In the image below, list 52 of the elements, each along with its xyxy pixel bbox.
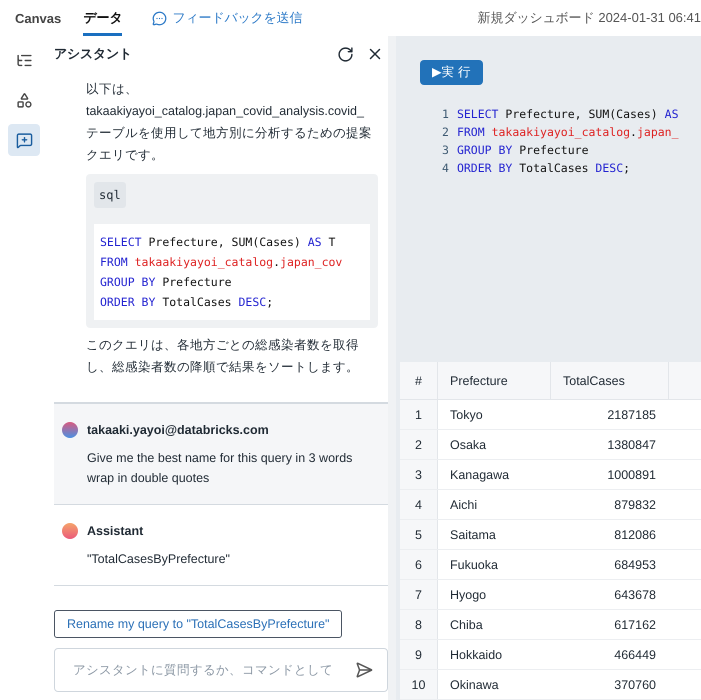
- message-author: Assistant: [87, 524, 144, 538]
- code-line: FROM takaakiyayoi_catalog.japan_cov: [100, 254, 342, 271]
- run-button[interactable]: ▶実 行: [420, 60, 484, 85]
- message-text: Give me the best name for this query in 3 words wrap in double quotes: [86, 450, 354, 487]
- message-text: takaakiyayoi_catalog.japan_covid_analysis.covid_: [86, 103, 366, 120]
- shapes-icon: [16, 92, 32, 108]
- dashboard-title: 新規ダッシュボード 2024-01-31 06:41: [478, 9, 701, 27]
- code-language-label: sql: [94, 182, 126, 208]
- table-cell: 3: [400, 460, 438, 489]
- table-cell: 7: [400, 580, 438, 609]
- line-number: 1: [442, 106, 449, 123]
- table-cell: 8: [400, 610, 438, 639]
- chat-input[interactable]: アシスタントに質問するか、コマンドとして: [71, 662, 345, 678]
- table-cell: 9: [400, 640, 438, 669]
- table-cell: 1: [400, 400, 438, 429]
- table-cell: 6: [400, 550, 438, 579]
- feedback-link[interactable]: フィードバックを送信: [152, 0, 302, 36]
- panel-title: アシスタント: [54, 45, 132, 63]
- code-line: GROUP BY Prefecture: [456, 142, 588, 159]
- table-cell: 4: [400, 490, 438, 519]
- table-cell: 2: [400, 430, 438, 459]
- column-header[interactable]: TotalCases: [550, 362, 668, 399]
- message-text: テーブルを使用して地方別に分析するための提案クエリです。: [86, 125, 373, 164]
- message-text: "TotalCasesByPrefecture": [86, 551, 231, 568]
- message-text: 以下は、: [86, 81, 139, 98]
- line-number: 4: [442, 160, 449, 177]
- code-line: ORDER BY TotalCases DESC;: [100, 294, 274, 311]
- feedback-link-text[interactable]: フィードバックを送信: [172, 9, 302, 27]
- code-line: GROUP BY Prefecture: [100, 274, 232, 291]
- tab[interactable]: データ: [83, 0, 122, 36]
- column-header[interactable]: #: [400, 362, 438, 399]
- tab[interactable]: Canvas: [15, 0, 62, 36]
- column-header[interactable]: Prefecture: [438, 362, 550, 399]
- line-number: 3: [442, 142, 449, 159]
- table-cell: 10: [400, 670, 438, 699]
- scrollbar[interactable]: [388, 36, 396, 700]
- table-cell: 5: [400, 520, 438, 549]
- chat-input-box[interactable]: アシスタントに質問するか、コマンドとして: [54, 648, 388, 692]
- refresh-icon[interactable]: [337, 46, 354, 62]
- code-line: FROM takaakiyayoi_catalog.japan_: [456, 124, 679, 141]
- message-author: takaaki.yayoi@databricks.com: [87, 423, 269, 437]
- suggestion-button[interactable]: Rename my query to "TotalCasesByPrefecture": [54, 610, 342, 638]
- chat-bubble-icon: [152, 10, 168, 26]
- line-number: 2: [442, 124, 449, 141]
- code-line: SELECT Prefecture, SUM(Cases) AS T: [100, 234, 336, 251]
- code-line: SELECT Prefecture, SUM(Cases) AS: [456, 106, 679, 123]
- avatar-icon: [62, 422, 78, 438]
- avatar-icon: [62, 523, 78, 539]
- code-line: ORDER BY TotalCases DESC;: [456, 160, 630, 177]
- message-text: このクエリは、各地方ごとの総感染者数を取得し、総感染者数の降順で結果をソートします。: [86, 337, 360, 376]
- send-icon[interactable]: [355, 661, 373, 679]
- rail-button[interactable]: [8, 124, 40, 156]
